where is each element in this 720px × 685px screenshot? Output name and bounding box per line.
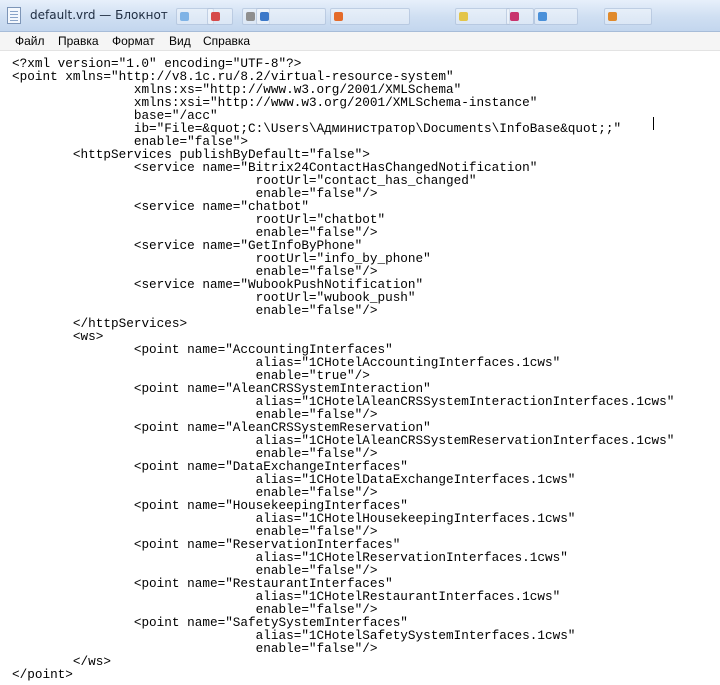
ghost-app-icon: [608, 12, 617, 21]
ghost-app-icon: [260, 12, 269, 21]
ghost-app-icon: [510, 12, 519, 21]
text-caret: [653, 117, 654, 130]
menu-file[interactable]: Файл: [15, 33, 45, 49]
taskbar-ghost-tab: [604, 8, 652, 25]
document-line: </point>: [12, 667, 73, 682]
taskbar-ghost-tab: [330, 8, 410, 25]
ghost-app-icon: [246, 12, 255, 21]
taskbar-ghost-tab: [256, 8, 326, 25]
ghost-app-icon: [538, 12, 547, 21]
taskbar-ghost-tab: [455, 8, 510, 25]
taskbar-ghost-tab: [534, 8, 578, 25]
notepad-icon: [7, 7, 21, 24]
menu-bar: Файл Правка Формат Вид Справка: [0, 32, 720, 51]
ghost-app-icon: [459, 12, 468, 21]
ghost-app-icon: [180, 12, 189, 21]
document-text[interactable]: <?xml version="1.0" encoding="UTF-8"?> <…: [0, 51, 720, 681]
menu-help[interactable]: Справка: [203, 33, 250, 49]
window-title: default.vrd — Блокнот: [30, 8, 168, 22]
ghost-app-icon: [211, 12, 220, 21]
menu-edit[interactable]: Правка: [58, 33, 99, 49]
taskbar-ghost-tab: [207, 8, 233, 25]
text-editor[interactable]: <?xml version="1.0" encoding="UTF-8"?> <…: [0, 51, 720, 685]
menu-format[interactable]: Формат: [112, 33, 155, 49]
title-bar[interactable]: default.vrd — Блокнот: [0, 0, 720, 32]
menu-view[interactable]: Вид: [169, 33, 191, 49]
ghost-app-icon: [334, 12, 343, 21]
taskbar-ghost-tab: [506, 8, 534, 25]
